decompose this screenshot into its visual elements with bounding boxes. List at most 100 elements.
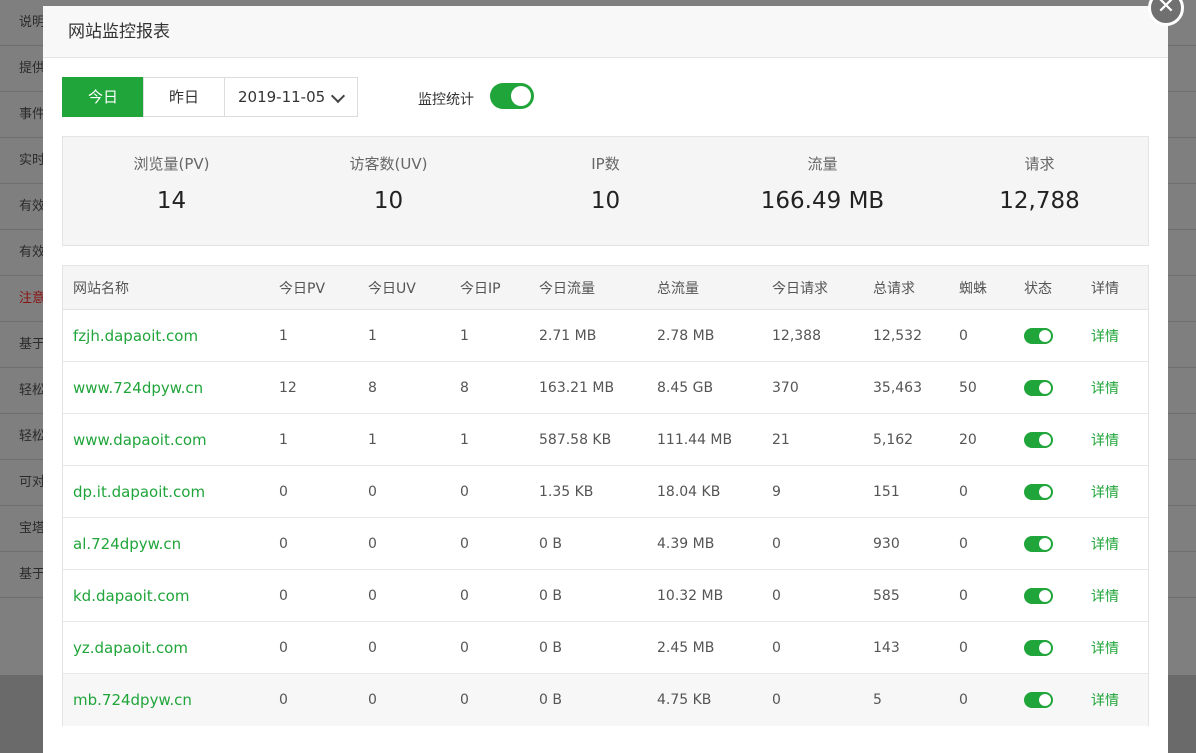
column-header[interactable]: 总请求	[873, 266, 915, 309]
cell-today-flow: 1.35 KB	[539, 483, 594, 500]
column-header[interactable]: 详情	[1091, 266, 1119, 309]
cell-today-req: 370	[772, 379, 799, 396]
table-row: al.724dpyw.cn 0 0 0 0 B 4.39 MB 0 930 0 详情	[63, 518, 1148, 570]
detail-link[interactable]: 详情	[1091, 518, 1119, 569]
cell-spider: 20	[959, 431, 977, 448]
site-name-link[interactable]: kd.dapaoit.com	[73, 570, 189, 621]
cell-total-flow: 18.04 KB	[657, 483, 721, 500]
detail-link[interactable]: 详情	[1091, 622, 1119, 673]
detail-link[interactable]: 详情	[1091, 674, 1119, 726]
sites-table: 网站名称 今日PV 今日UV 今日IP 今日流量 总流量 今日请求 总请求 蜘蛛 状态 详情 fzjh…	[62, 265, 1149, 726]
cell-today-flow: 2.71 MB	[539, 327, 597, 344]
site-name-link[interactable]: dp.it.dapaoit.com	[73, 466, 205, 517]
column-header[interactable]: 蜘蛛	[959, 266, 987, 309]
site-name-link[interactable]: al.724dpyw.cn	[73, 518, 181, 569]
column-header[interactable]: 总流量	[657, 266, 699, 309]
site-name-link[interactable]: yz.dapaoit.com	[73, 622, 188, 673]
cell-spider: 0	[959, 692, 968, 708]
cell-pv: 0	[279, 535, 288, 552]
detail-link[interactable]: 详情	[1091, 570, 1119, 621]
table-header: 网站名称 今日PV 今日UV 今日IP 今日流量 总流量 今日请求 总请求 蜘蛛 状态 详情	[63, 266, 1148, 310]
status-toggle[interactable]	[1024, 379, 1053, 396]
site-name-link[interactable]: www.dapaoit.com	[73, 414, 207, 465]
stat-value: 166.49 MB	[760, 188, 885, 214]
cell-today-req: 0	[772, 535, 781, 552]
site-name-link[interactable]: fzjh.dapaoit.com	[73, 310, 198, 361]
stat-label: 流量	[807, 155, 838, 173]
table-row: www.dapaoit.com 1 1 1 587.58 KB 111.44 MB 21 5,…	[63, 414, 1148, 466]
stat-label: 访客数(UV)	[349, 155, 428, 173]
monitor-report-modal: 网站监控报表 今日 昨日 2019-11-05 监控统计 浏览量(PV) 14 访客…	[43, 6, 1168, 753]
status-cell	[1024, 518, 1053, 569]
cell-uv: 0	[368, 639, 377, 656]
chevron-down-icon	[330, 88, 346, 104]
status-toggle[interactable]	[1024, 327, 1053, 344]
cell-uv: 1	[368, 327, 377, 344]
cell-today-req: 21	[772, 431, 790, 448]
column-header[interactable]: 状态	[1024, 266, 1052, 309]
status-cell	[1024, 622, 1053, 673]
column-header[interactable]: 网站名称	[73, 266, 129, 309]
cell-today-flow: 0 B	[539, 692, 562, 708]
status-toggle[interactable]	[1024, 431, 1053, 448]
cell-uv: 0	[368, 483, 377, 500]
cell-ip: 1	[460, 431, 469, 448]
stat-item: 访客数(UV) 10	[280, 137, 497, 214]
cell-today-flow: 0 B	[539, 639, 562, 656]
monitor-stats-toggle[interactable]	[490, 83, 534, 109]
cell-total-flow: 8.45 GB	[657, 379, 714, 396]
cell-total-flow: 2.78 MB	[657, 327, 715, 344]
cell-total-flow: 4.39 MB	[657, 535, 715, 552]
column-header[interactable]: 今日流量	[539, 266, 595, 309]
status-toggle[interactable]	[1024, 587, 1053, 604]
table-row: dp.it.dapaoit.com 0 0 0 1.35 KB 18.04 KB 9 151 0…	[63, 466, 1148, 518]
cell-pv: 12	[279, 379, 297, 396]
status-cell	[1024, 362, 1053, 413]
cell-today-req: 0	[772, 639, 781, 656]
cell-ip: 0	[460, 692, 469, 708]
cell-total-req: 143	[873, 639, 900, 656]
cell-today-req: 0	[772, 587, 781, 604]
stat-label: 请求	[1024, 155, 1055, 173]
stat-item: 请求 12,788	[931, 137, 1148, 214]
cell-today-flow: 0 B	[539, 587, 562, 604]
cell-pv: 0	[279, 587, 288, 604]
cell-total-flow: 10.32 MB	[657, 587, 724, 604]
stat-item: IP数 10	[497, 137, 714, 214]
column-header[interactable]: 今日UV	[368, 266, 416, 309]
detail-link[interactable]: 详情	[1091, 466, 1119, 517]
cell-ip: 0	[460, 587, 469, 604]
column-header[interactable]: 今日请求	[772, 266, 828, 309]
cell-spider: 0	[959, 639, 968, 656]
yesterday-button[interactable]: 昨日	[143, 77, 225, 117]
detail-link[interactable]: 详情	[1091, 362, 1119, 413]
stats-summary: 浏览量(PV) 14 访客数(UV) 10 IP数 10 流量 166.49 MB 请求 12,7…	[62, 136, 1149, 246]
cell-pv: 0	[279, 483, 288, 500]
detail-link[interactable]: 详情	[1091, 310, 1119, 361]
detail-link[interactable]: 详情	[1091, 414, 1119, 465]
status-cell	[1024, 674, 1053, 726]
site-name-link[interactable]: www.724dpyw.cn	[73, 362, 203, 413]
site-name-link[interactable]: mb.724dpyw.cn	[73, 674, 192, 726]
date-select[interactable]: 2019-11-05	[224, 77, 358, 117]
cell-pv: 0	[279, 692, 288, 708]
cell-spider: 50	[959, 379, 977, 396]
cell-ip: 0	[460, 639, 469, 656]
status-toggle[interactable]	[1024, 692, 1053, 708]
cell-today-flow: 0 B	[539, 535, 562, 552]
cell-total-flow: 111.44 MB	[657, 431, 733, 448]
cell-ip: 8	[460, 379, 469, 396]
cell-total-flow: 4.75 KB	[657, 692, 712, 708]
status-toggle[interactable]	[1024, 535, 1053, 552]
today-button[interactable]: 今日	[62, 77, 144, 117]
cell-today-req: 12,388	[772, 327, 821, 344]
status-toggle[interactable]	[1024, 639, 1053, 656]
status-toggle[interactable]	[1024, 483, 1053, 500]
column-header[interactable]: 今日IP	[460, 266, 501, 309]
monitor-stats-label: 监控统计	[418, 92, 474, 108]
cell-today-flow: 163.21 MB	[539, 379, 615, 396]
column-header[interactable]: 今日PV	[279, 266, 325, 309]
cell-today-req: 0	[772, 692, 781, 708]
cell-total-flow: 2.45 MB	[657, 639, 715, 656]
cell-total-req: 35,463	[873, 379, 922, 396]
